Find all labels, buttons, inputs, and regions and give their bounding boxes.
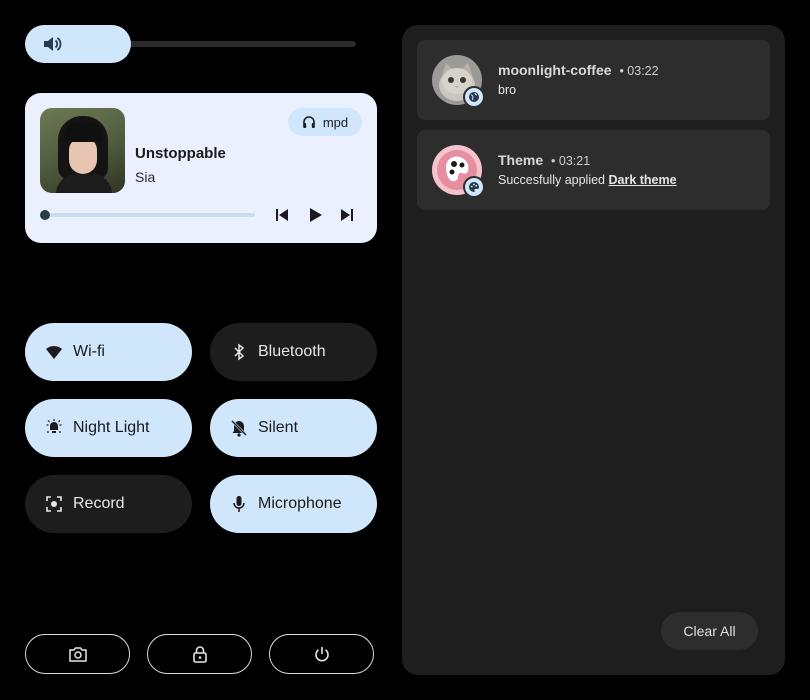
track-artist: Sia xyxy=(135,169,156,185)
volume-icon xyxy=(44,37,62,51)
progress-track[interactable] xyxy=(45,213,255,217)
headphones-icon xyxy=(303,116,315,128)
power-button[interactable] xyxy=(269,634,374,674)
notification-time: 03:22 xyxy=(627,64,659,78)
previous-track-icon[interactable] xyxy=(274,207,290,223)
player-source-label: mpd xyxy=(322,114,349,130)
lock-button[interactable] xyxy=(147,634,252,674)
toggle-wifi[interactable]: Wi-fi xyxy=(25,323,192,381)
notification-item[interactable]: moonlight-coffee • 03:22 bro xyxy=(417,40,770,120)
screenshot-button[interactable] xyxy=(25,634,130,674)
toggle-label: Bluetooth xyxy=(258,343,326,360)
bluetooth-icon xyxy=(234,343,245,361)
notification-item[interactable]: Theme • 03:21 Succesfully applied Dark t… xyxy=(417,130,770,210)
toggle-label: Night Light xyxy=(73,419,150,436)
globe-icon xyxy=(463,86,485,108)
toggle-silent[interactable]: Silent xyxy=(210,399,377,457)
screenshot-icon xyxy=(68,647,87,662)
progress-knob[interactable] xyxy=(40,210,50,220)
lock-icon xyxy=(192,645,207,663)
microphone-icon xyxy=(233,496,245,512)
notification-app-name: moonlight-coffee xyxy=(498,62,612,78)
player-source-chip[interactable]: mpd xyxy=(288,108,362,136)
album-art xyxy=(40,108,125,193)
toggle-night-light[interactable]: Night Light xyxy=(25,399,192,457)
toggle-microphone[interactable]: Microphone xyxy=(210,475,377,533)
wifi-icon xyxy=(46,345,62,359)
night-light-icon xyxy=(46,419,62,433)
toggle-label: Silent xyxy=(258,419,299,436)
notification-time: 03:21 xyxy=(558,154,591,168)
notification-link[interactable]: Dark theme xyxy=(608,173,676,187)
track-title: Unstoppable xyxy=(135,145,226,162)
clear-all-button[interactable]: Clear All xyxy=(661,612,758,650)
palette-icon xyxy=(463,176,485,198)
notification-app-name: Theme xyxy=(498,152,544,168)
play-icon[interactable] xyxy=(307,207,323,223)
next-track-icon[interactable] xyxy=(339,207,355,223)
notification-body: Succesfully applied Dark theme xyxy=(498,173,677,187)
notification-body: bro xyxy=(498,83,517,97)
volume-fill[interactable] xyxy=(25,25,131,63)
notification-panel: moonlight-coffee • 03:22 bro Theme • 03:… xyxy=(402,25,785,675)
media-player-card: mpd Unstoppable Sia xyxy=(25,93,377,243)
toggle-label: Record xyxy=(73,495,125,512)
bell-off-icon xyxy=(231,420,247,437)
toggle-label: Microphone xyxy=(258,495,342,512)
power-icon xyxy=(314,647,329,662)
record-icon xyxy=(46,496,62,512)
toggle-label: Wi-fi xyxy=(73,343,105,360)
toggle-bluetooth[interactable]: Bluetooth xyxy=(210,323,377,381)
toggle-record[interactable]: Record xyxy=(25,475,192,533)
